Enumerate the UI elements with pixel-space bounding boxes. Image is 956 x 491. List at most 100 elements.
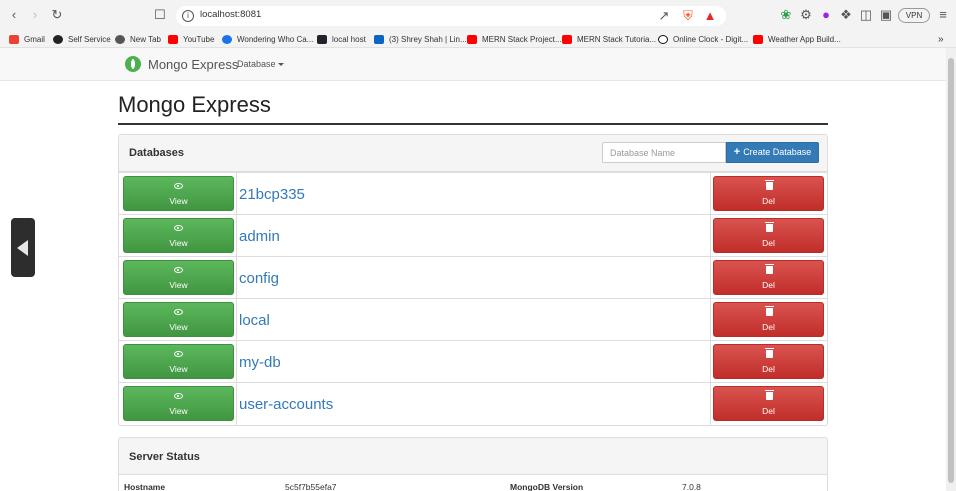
extension-circle-icon[interactable]: ● bbox=[818, 7, 834, 23]
delete-button[interactable]: Del bbox=[713, 302, 824, 337]
youtube-icon bbox=[753, 34, 763, 44]
cell-divider bbox=[710, 257, 711, 299]
sidebar-toggle-icon[interactable]: ◫ bbox=[858, 7, 874, 23]
cell-divider bbox=[236, 341, 237, 383]
bookmark-item[interactable]: MERN Stack Tutoria... bbox=[562, 32, 656, 46]
cell-divider bbox=[236, 299, 237, 341]
bookmark-item[interactable]: local host bbox=[317, 32, 366, 46]
view-label: View bbox=[169, 238, 188, 248]
scrollbar-thumb[interactable] bbox=[948, 58, 954, 483]
vpn-button[interactable]: VPN bbox=[898, 8, 930, 23]
bookmark-item[interactable]: Self Service bbox=[53, 32, 111, 46]
eye-icon bbox=[174, 309, 183, 315]
plus-icon: + bbox=[733, 146, 741, 158]
menu-icon[interactable]: ≡ bbox=[935, 7, 951, 23]
bookmark-item[interactable]: New Tab bbox=[115, 32, 161, 46]
delete-label: Del bbox=[762, 238, 775, 248]
status-value: 7.0.8 bbox=[682, 482, 701, 491]
trash-icon bbox=[765, 222, 774, 232]
view-button[interactable]: View bbox=[123, 386, 234, 421]
bookmark-icon[interactable]: ☐ bbox=[152, 7, 168, 23]
more-bookmarks-button[interactable]: » bbox=[938, 32, 944, 46]
databases-panel: Databases +Create Database View 21bcp335… bbox=[118, 134, 828, 426]
server-status-panel-header: Server Status bbox=[119, 438, 827, 475]
bookmarks-bar: Gmail Self Service New Tab YouTube Wonde… bbox=[0, 30, 956, 47]
database-name-link[interactable]: admin bbox=[239, 228, 280, 245]
site-info-icon[interactable]: i bbox=[182, 10, 194, 22]
cell-divider bbox=[710, 215, 711, 257]
brave-shield-icon[interactable]: ⛨ bbox=[680, 8, 696, 24]
bookmark-item[interactable]: Wondering Who Ca... bbox=[222, 32, 313, 46]
create-database-button[interactable]: + Create Database bbox=[726, 142, 819, 163]
cell-divider bbox=[236, 257, 237, 299]
page-content: Mongo Express Database Mongo Express Dat… bbox=[0, 48, 946, 491]
mongo-leaf-icon bbox=[125, 56, 141, 72]
cell-divider bbox=[236, 173, 237, 215]
eye-icon bbox=[174, 183, 183, 189]
address-bar[interactable]: i localhost:8081 ↗ ⛨ ▲ bbox=[176, 6, 726, 26]
cell-divider bbox=[710, 341, 711, 383]
extensions-puzzle-icon[interactable]: ❖ bbox=[838, 7, 854, 23]
database-name-link[interactable]: config bbox=[239, 270, 279, 287]
view-label: View bbox=[169, 406, 188, 416]
delete-button[interactable]: Del bbox=[713, 218, 824, 253]
view-label: View bbox=[169, 364, 188, 374]
navbar-brand[interactable]: Mongo Express bbox=[148, 57, 238, 72]
gmail-icon bbox=[9, 34, 19, 44]
database-row: View user-accounts Del bbox=[119, 382, 827, 425]
view-button[interactable]: View bbox=[123, 260, 234, 295]
extension-bug-icon[interactable]: ⚙ bbox=[798, 7, 814, 23]
status-key: Hostname bbox=[124, 482, 166, 491]
database-row: View 21bcp335 Del bbox=[119, 172, 827, 215]
bookmark-item[interactable]: YouTube bbox=[168, 32, 214, 46]
bookmark-item[interactable]: Weather App Build... bbox=[753, 32, 841, 46]
view-label: View bbox=[169, 280, 188, 290]
database-row: View admin Del bbox=[119, 214, 827, 257]
globe-icon bbox=[115, 34, 125, 44]
collapse-panel-button[interactable] bbox=[11, 218, 35, 277]
bookmark-item[interactable]: MERN Stack Project... bbox=[467, 32, 562, 46]
delete-button[interactable]: Del bbox=[713, 176, 824, 211]
view-button[interactable]: View bbox=[123, 176, 234, 211]
delete-button[interactable]: Del bbox=[713, 260, 824, 295]
share-icon[interactable]: ↗ bbox=[656, 8, 672, 24]
delete-button[interactable]: Del bbox=[713, 386, 824, 421]
database-name-link[interactable]: local bbox=[239, 312, 270, 329]
server-status-panel: Server Status Hostname 5c5f7b55efa7 Mong… bbox=[118, 437, 828, 491]
brave-rewards-icon[interactable]: ▲ bbox=[702, 8, 718, 24]
database-name-input[interactable] bbox=[602, 142, 726, 163]
create-database-label: Create Database bbox=[743, 147, 812, 157]
back-icon[interactable]: ‹ bbox=[6, 7, 22, 23]
bookmark-item[interactable]: (3) Shrey Shah | Lin... bbox=[374, 32, 467, 46]
view-button[interactable]: View bbox=[123, 344, 234, 379]
delete-label: Del bbox=[762, 364, 775, 374]
view-button[interactable]: View bbox=[123, 302, 234, 337]
reload-icon[interactable]: ↻ bbox=[49, 7, 65, 23]
databases-panel-header: Databases +Create Database bbox=[119, 135, 827, 172]
delete-button[interactable]: Del bbox=[713, 344, 824, 379]
cell-divider bbox=[236, 215, 237, 257]
browser-toolbar: ‹ › ↻ ☐ i localhost:8081 ↗ ⛨ ▲ ❀ ⚙ ● ❖ ◫… bbox=[0, 0, 956, 30]
bookmark-item[interactable]: Gmail bbox=[9, 32, 45, 46]
database-row: View config Del bbox=[119, 256, 827, 299]
cell-divider bbox=[710, 299, 711, 341]
trash-icon bbox=[765, 180, 774, 190]
forward-icon[interactable]: › bbox=[27, 7, 43, 23]
youtube-icon bbox=[168, 34, 178, 44]
database-name-link[interactable]: my-db bbox=[239, 354, 281, 371]
database-name-link[interactable]: 21bcp335 bbox=[239, 186, 305, 203]
cell-divider bbox=[710, 383, 711, 425]
server-status-panel-title: Server Status bbox=[129, 451, 200, 463]
bookmark-item[interactable]: Online Clock - Digit... bbox=[658, 32, 748, 46]
eye-icon bbox=[174, 225, 183, 231]
database-name-link[interactable]: user-accounts bbox=[239, 396, 333, 413]
trash-icon bbox=[765, 348, 774, 358]
wallet-icon[interactable]: ▣ bbox=[878, 7, 894, 23]
delete-label: Del bbox=[762, 322, 775, 332]
status-key: MongoDB Version bbox=[510, 482, 584, 491]
database-dropdown[interactable]: Database bbox=[237, 59, 284, 69]
view-button[interactable]: View bbox=[123, 218, 234, 253]
page-scrollbar[interactable] bbox=[946, 48, 956, 491]
extension-leaf-icon[interactable]: ❀ bbox=[778, 7, 794, 23]
navbar: Mongo Express Database bbox=[0, 48, 946, 81]
